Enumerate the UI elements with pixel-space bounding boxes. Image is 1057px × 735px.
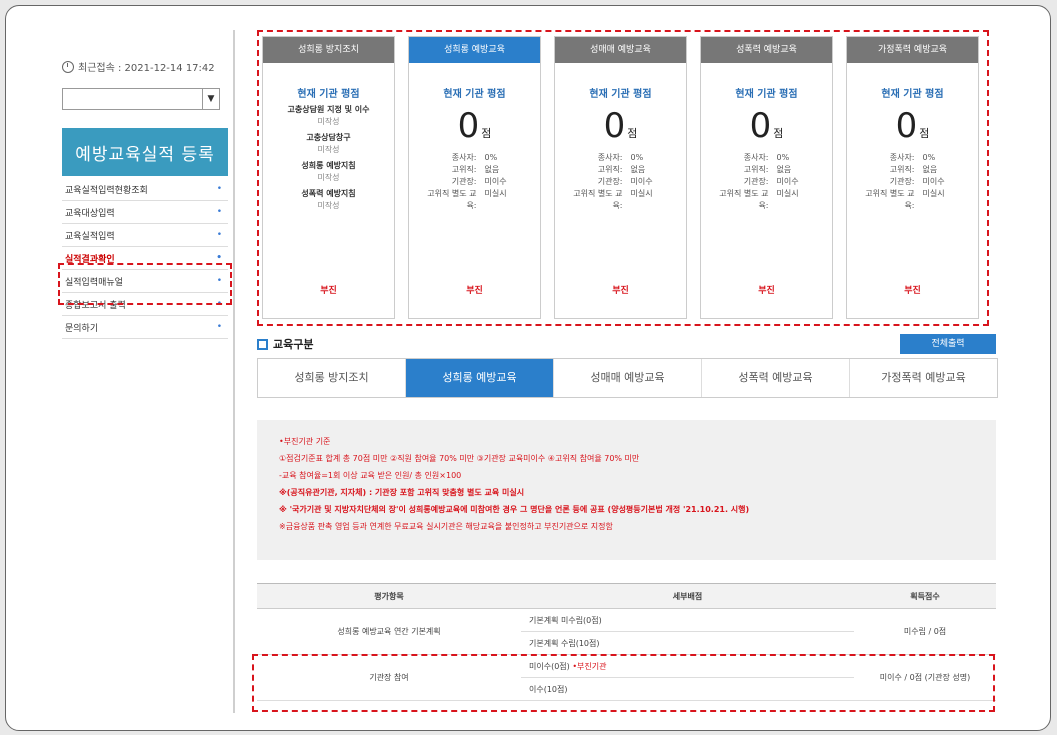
bullet-icon: • — [216, 253, 222, 263]
tab-violence-education[interactable]: 성폭력 예방교육 — [702, 359, 850, 397]
sidebar-item-label: 교육실적입력현황조회 — [65, 185, 148, 196]
tab-harassment-prevention[interactable]: 성희롱 방지조치 — [258, 359, 406, 397]
highlight-menu — [58, 263, 232, 305]
notice-line: ※금융상품 판촉 영업 등과 연계한 무료교육 실시기관은 해당교육을 불인정하… — [279, 522, 613, 531]
highlight-cards — [257, 30, 989, 326]
sidebar-menu: 교육실적입력현황조회 • 교육대상입력 • 교육실적입력 • 실적결과확인 • 실적입력… — [62, 178, 228, 339]
sidebar-item-label: 교육실적입력 — [65, 231, 115, 242]
bullet-icon: • — [216, 322, 222, 332]
table-cell: 성희롱 예방교육 연간 기본계획 — [257, 608, 521, 655]
highlight-table-row — [252, 654, 995, 712]
org-select[interactable]: ▼ — [62, 88, 220, 110]
square-icon — [257, 338, 268, 350]
notice-line: ※(공직유관기관, 지자체) : 기관장 포함 고위직 맞춤형 별도 교육 미실… — [279, 488, 525, 497]
sidebar-item-inquiry[interactable]: 문의하기 • — [62, 316, 228, 339]
bullet-icon: • — [216, 230, 222, 240]
last-login: 최근접속 : 2021-12-14 17:42 — [62, 59, 215, 74]
print-all-button[interactable]: 전체출력 — [900, 334, 996, 354]
table-header: 평가항목 — [257, 583, 521, 609]
bullet-icon: • — [216, 207, 222, 217]
chevron-down-icon[interactable]: ▼ — [202, 89, 219, 109]
table-header: 획득점수 — [854, 583, 996, 609]
last-login-text: 최근접속 : 2021-12-14 17:42 — [78, 63, 215, 74]
notice-line: ※ '국가기관 및 지방자치단체의 장'이 성희롱예방교육에 미참여한 경우 그… — [279, 505, 750, 514]
table-row: 성희롱 예방교육 연간 기본계획 기본계획 미수립(0점) 미수립 / 0점 — [257, 608, 996, 655]
tab-domestic-violence-education[interactable]: 가정폭력 예방교육 — [850, 359, 997, 397]
clock-icon — [62, 60, 74, 73]
sidebar-item-input[interactable]: 교육실적입력 • — [62, 224, 228, 247]
education-tabs: 성희롱 방지조치 성희롱 예방교육 성매매 예방교육 성폭력 예방교육 가정폭력… — [257, 358, 998, 398]
notice-line: ①점검기준표 합계 총 70점 미만 ②직원 참여율 70% 미만 ③기관장 교… — [279, 454, 640, 463]
section-title: 교육구분 — [257, 336, 313, 352]
notice-box: •부진기관 기준 ①점검기준표 합계 총 70점 미만 ②직원 참여율 70% … — [257, 420, 996, 560]
sidebar-divider — [233, 30, 235, 713]
sidebar-item-target[interactable]: 교육대상입력 • — [62, 201, 228, 224]
sidebar-item-label: 교육대상입력 — [65, 208, 115, 219]
table-cell: 미수립 / 0점 — [854, 608, 996, 655]
sidebar-item-status[interactable]: 교육실적입력현황조회 • — [62, 178, 228, 201]
table-cell: 기본계획 미수립(0점) — [521, 608, 854, 632]
section-title-text: 교육구분 — [273, 338, 314, 351]
tab-harassment-education[interactable]: 성희롱 예방교육 — [406, 359, 554, 397]
notice-line: •부진기관 기준 — [279, 437, 331, 446]
notice-line: -교육 참여율=1회 이상 교육 받은 인원/ 총 인원×100 — [279, 471, 462, 480]
table-cell: 기본계획 수립(10점) — [521, 631, 854, 655]
tab-prostitution-education[interactable]: 성매매 예방교육 — [554, 359, 702, 397]
table-header: 세부배점 — [521, 583, 854, 609]
bullet-icon: • — [216, 184, 222, 194]
sidebar-item-label: 문의하기 — [65, 323, 99, 334]
sidebar-banner: 예방교육실적 등록 — [62, 128, 228, 176]
